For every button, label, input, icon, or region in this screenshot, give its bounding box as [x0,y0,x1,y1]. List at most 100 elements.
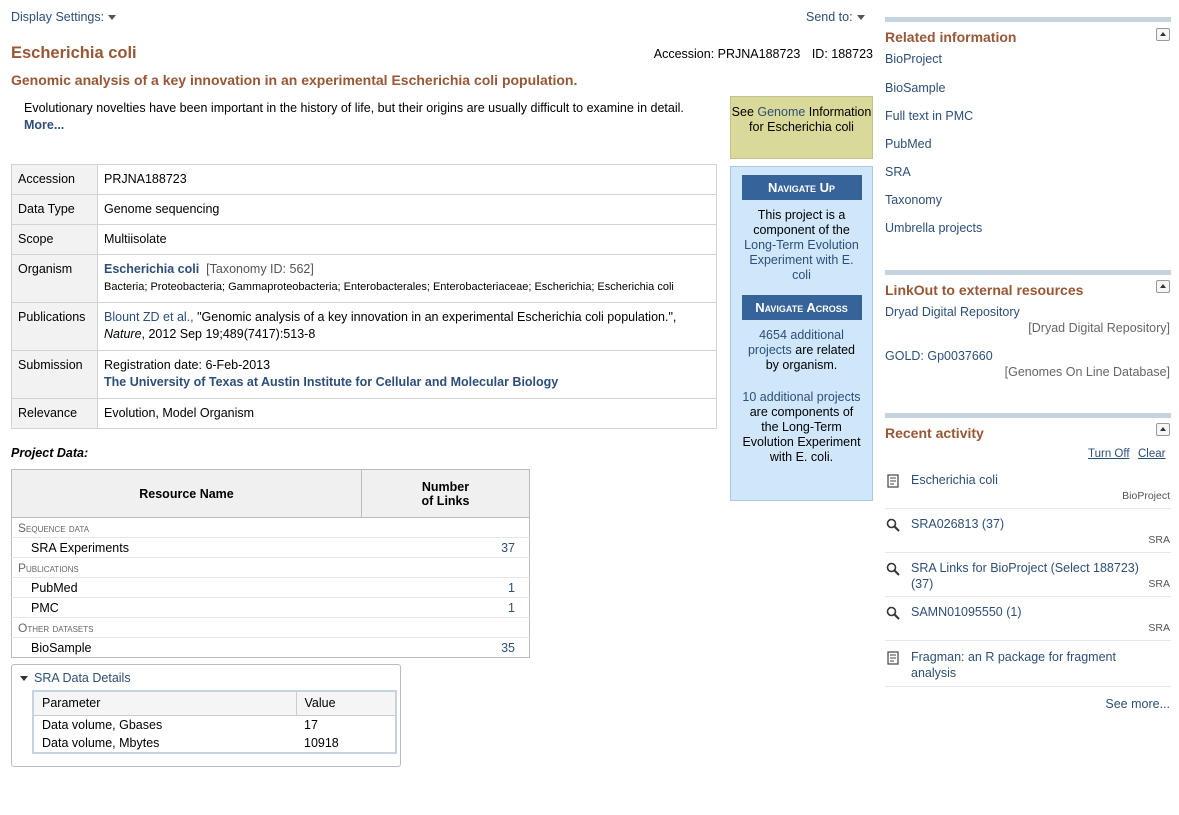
portlet-divider [885,270,1171,275]
divider [885,552,1171,553]
group-row: Other datasets [11,617,530,638]
sra-details-table: Parameter Value Data volume, Gbases 17 D… [32,690,397,754]
recent-item-link[interactable]: SAMN01095550 (1) [911,604,1156,620]
table-row: Submission Registration date: 6-Feb-2013… [11,350,717,399]
navigate-up-desc: This project is a component of the [753,208,850,237]
row-label: Publications [11,302,98,351]
project-title: Genomic analysis of a key innovation in … [11,72,578,88]
collapse-icon[interactable] [1156,280,1170,293]
umbrella-project-link[interactable]: Long-Term Evolution Experiment with E. c… [744,238,859,282]
parameter-cell: Data volume, Gbases [42,717,163,732]
accession-line: Accession: PRJNA188723 ID: 188723 [646,47,873,61]
resource-name: PMC [11,597,362,618]
table-row: Relevance Evolution, Model Organism [11,398,717,429]
collapse-icon[interactable] [1156,28,1170,41]
group-label: Sequence data [11,517,530,538]
document-icon [887,474,899,488]
sra-details-title: SRA Data Details [34,671,131,685]
table-header-row: Resource Name Number of Links [11,469,530,518]
send-to-label: Send to: [806,10,853,24]
related-link-umbrella[interactable]: Umbrella projects [885,221,982,235]
row-label: Accession [11,164,98,195]
sra-details-toggle[interactable]: SRA Data Details [20,671,131,685]
send-to-menu[interactable]: Send to: [806,10,865,24]
genome-link[interactable]: Genome [757,105,805,119]
more-link[interactable]: More... [24,118,64,132]
organism-link[interactable]: Escherichia coli [104,262,199,276]
recent-item-link[interactable]: Escherichia coli [911,472,1156,488]
linkout-gold-link[interactable]: GOLD: Gp0037660 [885,349,993,363]
project-summary-table: Accession PRJNA188723 Data Type Genome s… [11,164,717,429]
linkout-title: LinkOut to external resources [885,282,1084,298]
data-type-value: Genome sequencing [97,194,717,225]
submission-cell: Registration date: 6-Feb-2013 The Univer… [97,350,717,399]
recent-item-link[interactable]: SRA Links for BioProject (Select 188723)… [911,560,1141,592]
value-cell: 17 [304,717,318,732]
accession-value: PRJNA188723 [97,164,717,195]
institution-link[interactable]: The University of Texas at Austin Instit… [104,375,558,389]
clear-link[interactable]: Clear [1138,448,1165,460]
related-link-pubmed[interactable]: PubMed [885,137,932,151]
related-link-biosample[interactable]: BioSample [885,81,945,95]
group-label: Publications [11,557,530,578]
number-of-links-header: Number of Links [361,469,530,518]
table-header-row: Parameter Value [32,690,397,716]
navigate-across-header: Navigate Across [741,295,862,320]
related-link-pmc[interactable]: Full text in PMC [885,109,973,123]
publications-cell: Blount ZD et al., "Genomic analysis of a… [97,302,717,351]
collapse-icon[interactable] [1156,423,1170,436]
group-row: Sequence data [11,517,530,538]
recent-item-link[interactable]: Fragman: an R package for fragment analy… [911,649,1141,681]
publication-journal: Nature [104,327,142,341]
project-description: Evolutionary novelties have been importa… [24,100,724,134]
recent-item-link[interactable]: SRA026813 (37) [911,516,1156,532]
group-label: Other datasets [11,617,530,638]
related-link-bioproject[interactable]: BioProject [885,52,942,66]
id-label: ID: 188723 [811,47,873,61]
table-row: PubMed 1 [11,577,530,598]
parameter-header: Parameter [32,690,297,716]
component-projects-desc: are components of the Long-Term Evolutio… [742,405,861,464]
link-count[interactable]: 35 [361,637,530,658]
table-row: Organism Escherichia coli [Taxonomy ID: … [11,254,717,303]
parameter-cell: Data volume, Mbytes [42,736,160,750]
related-link-sra[interactable]: SRA [885,165,911,179]
row-label: Organism [11,254,98,303]
divider [885,596,1171,597]
resource-name: PubMed [11,577,362,598]
related-link-taxonomy[interactable]: Taxonomy [885,193,942,207]
row-label: Relevance [11,398,98,429]
divider [885,686,1171,687]
recent-item-db: SRA [1148,578,1170,590]
component-projects-link[interactable]: 10 additional projects [742,390,860,404]
navigate-across-text-2: 10 additional projects are components of… [731,390,872,465]
table-row: Publications Blount ZD et al., "Genomic … [11,302,717,351]
row-label: Data Type [11,194,98,225]
portlet-divider [885,17,1171,22]
publication-title: "Genomic analysis of a key innovation in… [193,310,677,324]
group-row: Publications [11,557,530,578]
table-row: Data volume, Mbytes 10918 [33,734,396,753]
divider [885,508,1171,509]
row-label: Scope [11,224,98,255]
link-count[interactable]: 1 [361,597,530,618]
link-count[interactable]: 1 [361,577,530,598]
display-settings-menu[interactable]: Display Settings: [11,10,117,24]
relevance-value: Evolution, Model Organism [97,398,717,429]
link-count[interactable]: 37 [361,537,530,558]
taxonomy-id: [Taxonomy ID: 562] [206,262,314,276]
navigate-up-header: Navigate Up [741,175,862,200]
genome-info-box: See Genome Information for Escherichia c… [730,96,873,159]
turn-off-link[interactable]: Turn Off [1088,448,1130,460]
navigation-panel: Navigate Up This project is a component … [730,166,873,501]
see-more-link[interactable]: See more... [1105,697,1170,711]
linkout-dryad-link[interactable]: Dryad Digital Repository [885,305,1020,319]
publication-authors-link[interactable]: Blount ZD et al., [104,310,194,324]
recent-item-db: BioProject [1122,490,1170,502]
expand-triangle-icon [20,676,28,682]
project-data-label: Project Data: [11,446,89,460]
recent-item-db: SRA [1148,534,1170,546]
search-icon [886,518,900,532]
chevron-down-icon [856,15,865,21]
header-line-1: Number [421,479,470,494]
